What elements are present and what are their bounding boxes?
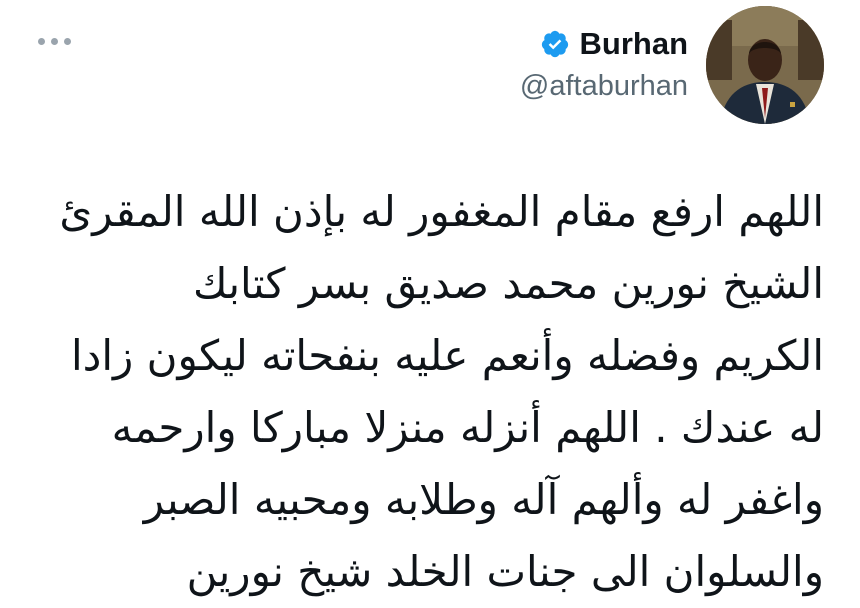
verified-badge-icon <box>541 30 568 58</box>
user-identity[interactable]: Burhan @aftaburhan <box>520 26 688 103</box>
more-dot <box>51 38 58 45</box>
profile-photo <box>706 6 824 124</box>
more-dot <box>64 38 71 45</box>
tweet-line: والسلوان الى جنات الخلد شيخ نورين <box>186 547 824 596</box>
tweet-line: له عندك . اللهم أنزله منزلا مباركا وارحم… <box>111 403 824 452</box>
more-dot <box>38 38 45 45</box>
tweet-line: الشيخ نورين محمد صديق بسر كتابك <box>192 259 824 308</box>
profile-avatar[interactable] <box>706 6 824 124</box>
name-row: Burhan <box>520 26 688 62</box>
more-options-icon[interactable] <box>38 38 71 45</box>
tweet-line: اللهم ارفع مقام المغفور له بإذن الله الم… <box>59 187 824 236</box>
display-name[interactable]: Burhan <box>580 26 689 62</box>
user-handle[interactable]: @aftaburhan <box>520 70 688 103</box>
tweet-text: اللهم ارفع مقام المغفور له بإذن الله الم… <box>46 176 824 608</box>
tweet-line: الكريم وفضله وأنعم عليه بنفحاته ليكون زا… <box>70 331 824 380</box>
tweet-line: واغفر له وألهم آله وطلابه ومحبيه الصبر <box>143 475 824 524</box>
